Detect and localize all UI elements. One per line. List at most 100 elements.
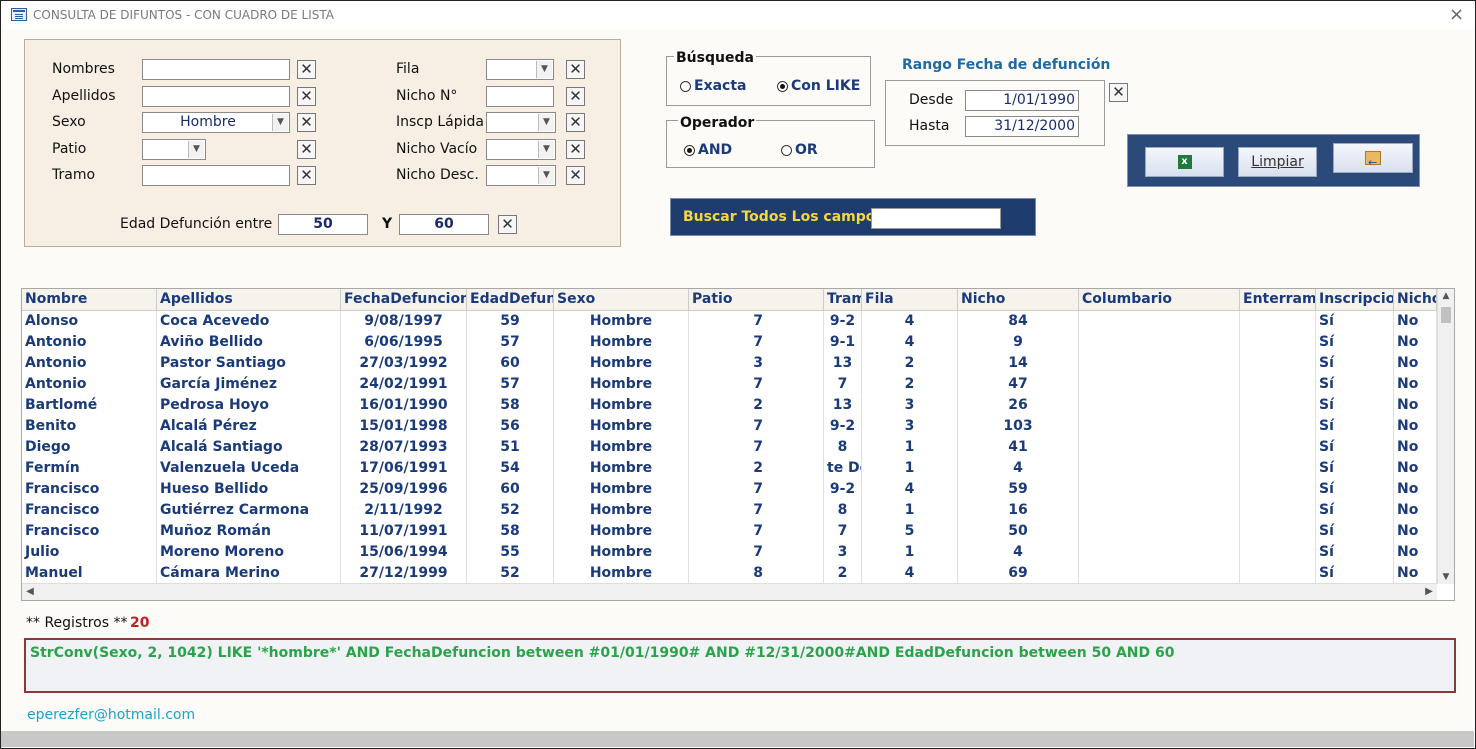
scroll-right-icon[interactable]: ▶ — [1421, 584, 1437, 600]
clear-nombres-button[interactable]: ✕ — [297, 60, 316, 79]
horizontal-scrollbar[interactable]: ◀ ▶ — [22, 583, 1437, 600]
scroll-down-icon[interactable]: ▼ — [1438, 570, 1454, 584]
nicho-desc-select[interactable]: ▼ — [486, 165, 556, 186]
scroll-thumb[interactable] — [1441, 307, 1451, 323]
radio-or[interactable]: OR — [781, 142, 818, 158]
table-cell: Sí — [1316, 500, 1394, 521]
table-row[interactable]: Antonio Pastor Santiago 27/03/1992 60 Hombre… — [22, 353, 1437, 374]
column-header[interactable]: Tramo — [824, 289, 862, 310]
column-header[interactable]: Nicho — [958, 289, 1079, 310]
scroll-up-icon[interactable]: ▲ — [1438, 289, 1454, 303]
table-cell: No — [1394, 332, 1437, 353]
chevron-down-icon[interactable]: ▼ — [188, 141, 204, 158]
buscar-todos-input[interactable] — [871, 208, 1001, 229]
exit-button[interactable] — [1333, 143, 1413, 177]
table-cell — [1240, 521, 1316, 542]
nombres-input[interactable] — [142, 59, 290, 80]
scroll-left-icon[interactable]: ◀ — [22, 584, 38, 600]
table-cell: 8 — [824, 500, 862, 521]
table-row[interactable]: Julio Moreno Moreno 15/06/1994 55 Hombre 7 3 1 4… — [22, 542, 1437, 563]
table-row[interactable]: Antonio Aviño Bellido 6/06/1995 57 Hombre 7 9-… — [22, 332, 1437, 353]
clear-nicho-desc-button[interactable]: ✕ — [566, 166, 585, 185]
table-row[interactable]: Francisco Muñoz Román 11/07/1991 58 Hombre 7 7… — [22, 521, 1437, 542]
vertical-scrollbar[interactable]: ▲ ▼ — [1437, 289, 1454, 584]
patio-select[interactable]: ▼ — [142, 139, 206, 160]
table-cell: Francisco — [22, 521, 157, 542]
clear-tramo-button[interactable]: ✕ — [297, 166, 316, 185]
table-cell: Hueso Bellido — [157, 479, 341, 500]
table-row[interactable]: Francisco Hueso Bellido 25/09/1996 60 Hombre… — [22, 479, 1437, 500]
table-cell: Antonio — [22, 353, 157, 374]
table-cell — [1240, 542, 1316, 563]
table-cell: Francisco — [22, 479, 157, 500]
tramo-input[interactable] — [142, 165, 290, 186]
clear-nicho-vacio-button[interactable]: ✕ — [566, 140, 585, 159]
table-cell: Hombre — [554, 353, 689, 374]
hasta-input[interactable]: 31/12/2000 — [965, 116, 1079, 137]
excel-icon: x — [1177, 155, 1192, 169]
table-row[interactable]: Fermín Valenzuela Uceda 17/06/1991 54 Hombre… — [22, 458, 1437, 479]
clear-sexo-button[interactable]: ✕ — [297, 113, 316, 132]
table-row[interactable]: Diego Alcalá Santiago 28/07/1993 51 Hombre 7 8… — [22, 437, 1437, 458]
table-row[interactable]: Alonso Coca Acevedo 9/08/1997 59 Hombre 7 9-2 4… — [22, 311, 1437, 332]
clear-apellidos-button[interactable]: ✕ — [297, 87, 316, 106]
table-cell: Sí — [1316, 521, 1394, 542]
table-cell — [1079, 458, 1240, 479]
clear-fila-button[interactable]: ✕ — [566, 60, 585, 79]
fila-select[interactable]: ▼ — [486, 59, 554, 80]
apellidos-input[interactable] — [142, 86, 290, 107]
close-button[interactable]: × — [1449, 5, 1464, 25]
column-header[interactable]: NichoVacio — [1394, 289, 1437, 310]
chevron-down-icon[interactable]: ▼ — [538, 114, 554, 131]
results-list[interactable]: NombreApellidosFechaDefuncionEdadDefunci… — [21, 288, 1455, 601]
clear-edad-button[interactable]: ✕ — [498, 215, 517, 234]
column-header[interactable]: Fila — [862, 289, 958, 310]
inscp-lapida-select[interactable]: ▼ — [486, 112, 556, 133]
email-link[interactable]: eperezfer@hotmail.com — [27, 707, 195, 723]
radio-selected-icon — [777, 80, 788, 92]
column-header[interactable]: Columbario — [1079, 289, 1240, 310]
desde-input[interactable]: 1/01/1990 — [965, 90, 1079, 111]
table-row[interactable]: Manuel Cámara Merino 27/12/1999 52 Hombre 8 2 4… — [22, 563, 1437, 584]
inscp-lapida-value — [487, 113, 539, 132]
column-header[interactable]: Enterramiento — [1240, 289, 1316, 310]
sexo-select[interactable]: Hombre ▼ — [142, 112, 290, 133]
table-cell: 25/09/1996 — [341, 479, 467, 500]
column-header[interactable]: Apellidos — [157, 289, 341, 310]
table-cell: 5 — [862, 521, 958, 542]
chevron-down-icon[interactable]: ▼ — [272, 114, 288, 131]
radio-exacta[interactable]: Exacta — [680, 78, 746, 94]
radio-con-like[interactable]: Con LIKE — [777, 78, 860, 94]
table-cell — [1240, 332, 1316, 353]
table-cell: 7 — [689, 542, 824, 563]
table-row[interactable]: Francisco Gutiérrez Carmona 2/11/1992 52 Hom… — [22, 500, 1437, 521]
nicho-n-input[interactable] — [486, 86, 554, 107]
table-cell: No — [1394, 374, 1437, 395]
sexo-label: Sexo — [52, 114, 86, 130]
chevron-down-icon[interactable]: ▼ — [538, 141, 554, 158]
clear-fecha-button[interactable]: ✕ — [1109, 83, 1128, 102]
clear-inscp-lapida-button[interactable]: ✕ — [566, 113, 585, 132]
clear-patio-button[interactable]: ✕ — [297, 140, 316, 159]
table-cell: 14 — [958, 353, 1079, 374]
clear-nicho-n-button[interactable]: ✕ — [566, 87, 585, 106]
table-cell: García Jiménez — [157, 374, 341, 395]
table-row[interactable]: Bartlomé Pedrosa Hoyo 16/01/1990 58 Hombre 2 1… — [22, 395, 1437, 416]
limpiar-button[interactable]: Limpiar — [1238, 147, 1317, 177]
column-header[interactable]: Patio — [689, 289, 824, 310]
table-row[interactable]: Benito Alcalá Pérez 15/01/1998 56 Hombre 7 9-2… — [22, 416, 1437, 437]
edad-from-input[interactable]: 50 — [278, 214, 368, 235]
export-excel-button[interactable]: x — [1145, 147, 1224, 177]
chevron-down-icon[interactable]: ▼ — [536, 61, 552, 78]
edad-to-input[interactable]: 60 — [399, 214, 489, 235]
table-row[interactable]: Antonio García Jiménez 24/02/1991 57 Hombre 7… — [22, 374, 1437, 395]
column-header[interactable]: FechaDefuncion — [341, 289, 467, 310]
chevron-down-icon[interactable]: ▼ — [538, 167, 554, 184]
column-header[interactable]: Nombre — [22, 289, 157, 310]
table-cell: No — [1394, 416, 1437, 437]
radio-and[interactable]: AND — [684, 142, 732, 158]
column-header[interactable]: Sexo — [554, 289, 689, 310]
nicho-vacio-select[interactable]: ▼ — [486, 139, 556, 160]
column-header[interactable]: EdadDefuncion — [467, 289, 554, 310]
column-header[interactable]: Inscripcion — [1316, 289, 1394, 310]
